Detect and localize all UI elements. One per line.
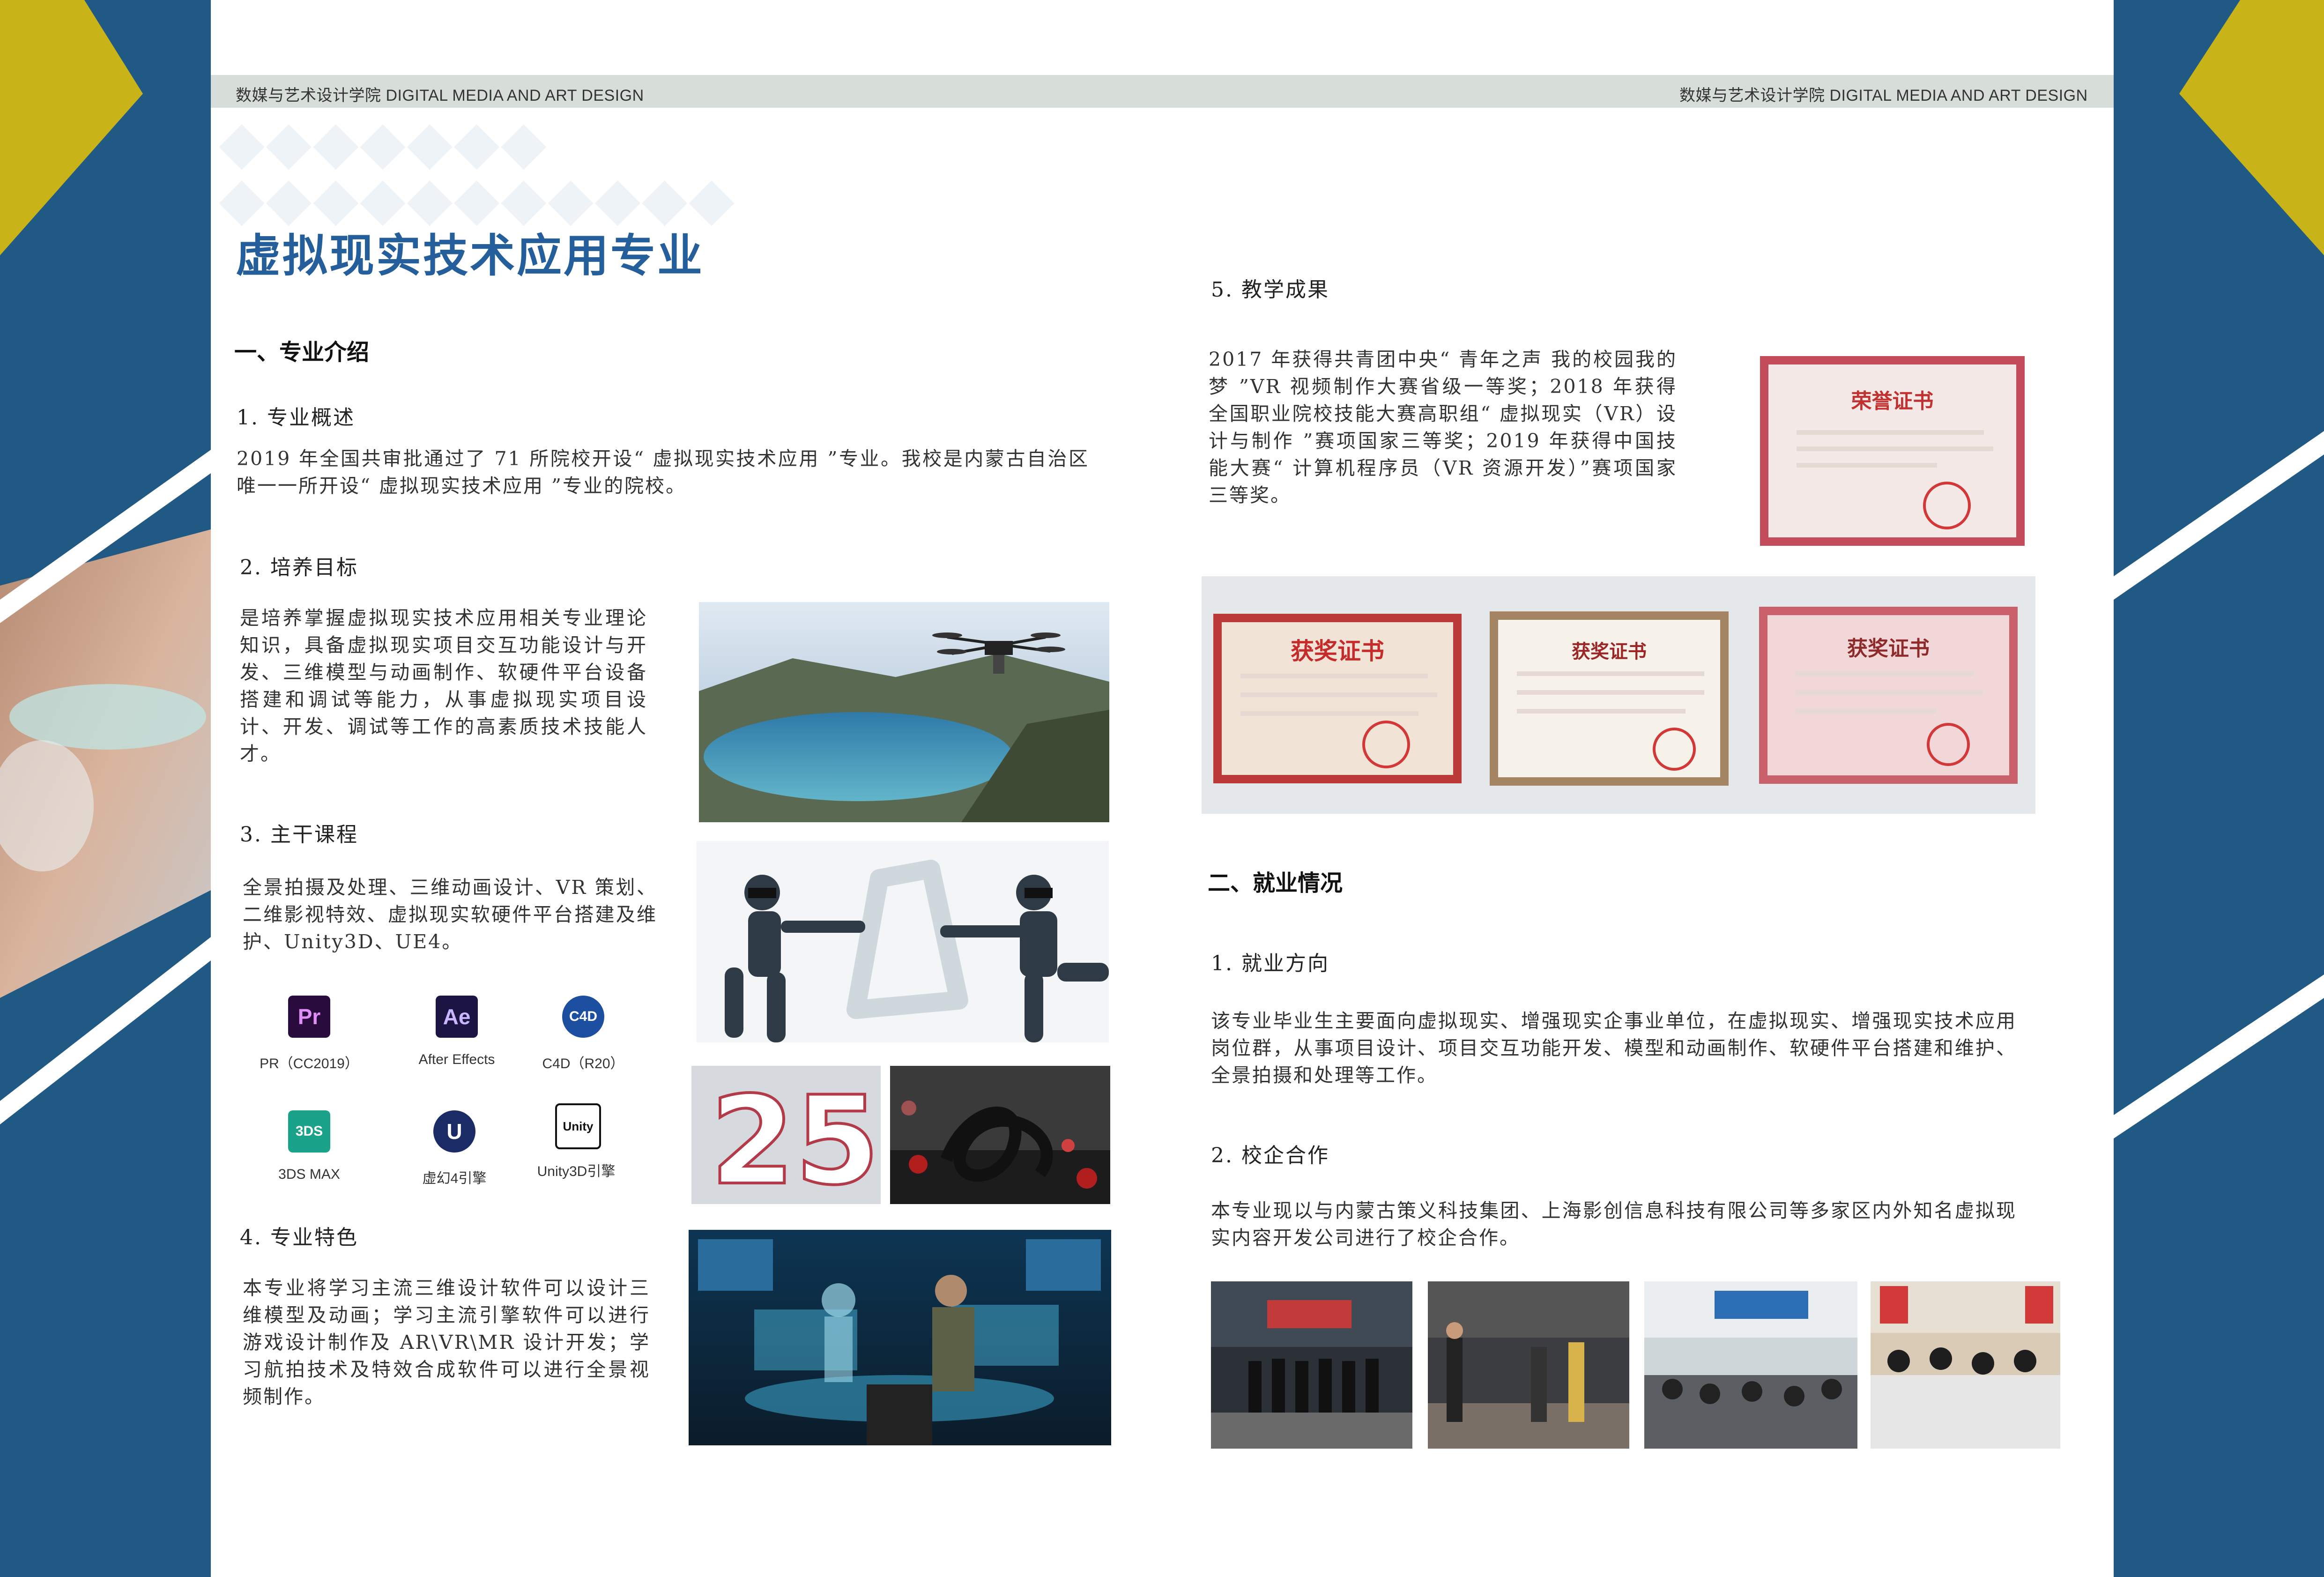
- certificate-title: 获奖证书: [1291, 637, 1384, 665]
- cooperation-text: 本专业现以与内蒙古策义科技集团、上海影创信息科技有限公司等多家区内外知名虚拟现实…: [1211, 1199, 2017, 1249]
- award-certificate: 获奖证书: [1213, 614, 1462, 783]
- white-stripe: [2114, 974, 2324, 1138]
- vr-glasses-shape: [9, 684, 206, 750]
- goal-text: 是培养掌握虚拟现实技术应用相关专业理论知识，具备虚拟现实项目交互功能设计与开发、…: [240, 607, 647, 765]
- software-unreal: U 虚幻4引擎: [396, 1096, 513, 1190]
- hologram-studio-photo: [689, 1230, 1111, 1445]
- features-heading: 4. 专业特色: [240, 1226, 358, 1250]
- gold-triangle: [2179, 0, 2324, 255]
- cooperation-photo: [1871, 1281, 2060, 1449]
- header-text-left: 数媒与艺术设计学院 DIGITAL MEDIA AND ART DESIGN: [236, 87, 644, 104]
- software-label: PR（CC2019）: [260, 1056, 359, 1071]
- honor-certificate: 荣誉证书: [1760, 356, 2025, 546]
- cooperation-photo: [1211, 1281, 1412, 1449]
- certificate-title: 获奖证书: [1847, 637, 1930, 661]
- direction-heading: 1. 就业方向: [1211, 952, 1329, 975]
- white-stripe: [2114, 431, 2324, 600]
- drone-lake-photo: [699, 602, 1109, 822]
- right-decoration: [2114, 0, 2324, 1138]
- cooperation-heading: 2. 校企合作: [1211, 1144, 1329, 1168]
- section1-heading: 一、专业介绍: [234, 339, 370, 365]
- section2-heading: 二、就业情况: [1208, 870, 1343, 896]
- knot-render-photo: [890, 1066, 1110, 1204]
- unity-icon: Unity: [555, 1103, 601, 1149]
- overview-text: 2019 年全国共审批通过了 71 所院校开设“ 虚拟现实技术应用 ”专业。我校…: [237, 447, 1089, 497]
- premiere-icon: Pr: [288, 996, 330, 1038]
- 3dsmax-icon: 3DS: [288, 1110, 330, 1153]
- software-label: C4D（R20）: [542, 1056, 624, 1071]
- gold-triangle: [0, 0, 143, 255]
- seal-icon: [1923, 482, 1971, 529]
- direction-text: 该专业毕业生主要面向虚拟现实、增强现实企事业单位，在虚拟现实、增强现实技术应用岗…: [1211, 1010, 2017, 1086]
- results-text: 2017 年获得共青团中央“ 青年之声 我的校园我的梦 ”VR 视频制作大赛省级…: [1209, 348, 1677, 506]
- overview-heading: 1. 专业概述: [237, 406, 355, 430]
- number-25-illustration: 25: [691, 1066, 881, 1204]
- watermark-line: ◆◆◆◆◆◆◆: [220, 111, 549, 174]
- vr-players-illustration: [697, 841, 1109, 1042]
- courses-heading: 3. 主干课程: [240, 823, 358, 847]
- software-ae: Ae After Effects: [398, 982, 515, 1075]
- cooperation-photo: [1644, 1281, 1857, 1449]
- drone-lake-illustration: [699, 602, 1109, 822]
- seal-icon: [1362, 721, 1410, 768]
- features-text: 本专业将学习主流三维设计软件可以设计三维模型及动画；学习主流引擎软件可以进行游戏…: [243, 1277, 650, 1408]
- cinema4d-icon: C4D: [562, 996, 604, 1038]
- software-label: After Effects: [418, 1052, 495, 1067]
- after-effects-icon: Ae: [436, 996, 478, 1038]
- hologram-studio-illustration: [689, 1230, 1111, 1445]
- left-decoration: [0, 0, 211, 1124]
- page-title: 虚拟现实技术应用专业: [236, 230, 704, 282]
- right-side-panel: [2114, 0, 2324, 1577]
- unreal-engine-icon: U: [433, 1110, 475, 1153]
- software-unity: Unity Unity3D引擎: [518, 1089, 635, 1183]
- goal-heading: 2. 培养目标: [240, 556, 358, 580]
- award-certificate: 获奖证书: [1490, 611, 1729, 786]
- award-certificate: 获奖证书: [1759, 607, 2018, 784]
- certificate-title: 荣誉证书: [1851, 389, 1934, 413]
- left-side-panel: [0, 0, 211, 1577]
- vr-players-photo: [697, 841, 1109, 1042]
- software-pr: Pr PR（CC2019）: [251, 982, 368, 1075]
- seal-icon: [1927, 723, 1970, 766]
- svg-text:25: 25: [710, 1071, 880, 1204]
- software-3dsmax: 3DS 3DS MAX: [251, 1096, 368, 1190]
- header-text-right: 数媒与艺术设计学院 DIGITAL MEDIA AND ART DESIGN: [1679, 87, 2088, 104]
- software-label: Unity3D引擎: [537, 1164, 616, 1179]
- certificate-title: 获奖证书: [1572, 640, 1647, 662]
- courses-text: 全景拍摄及处理、三维动画设计、VR 策划、二维影视特效、虚拟现实软硬件平台搭建及…: [243, 876, 657, 953]
- software-label: 虚幻4引擎: [422, 1171, 487, 1186]
- results-heading: 5. 教学成果: [1211, 278, 1329, 302]
- software-c4d: C4D C4D（R20）: [525, 982, 642, 1075]
- cooperation-photo: [1428, 1281, 1629, 1449]
- knot-illustration: [890, 1066, 1110, 1204]
- software-label: 3DS MAX: [278, 1167, 340, 1182]
- seal-icon: [1653, 728, 1696, 771]
- number-25-render-photo: 25: [691, 1066, 881, 1204]
